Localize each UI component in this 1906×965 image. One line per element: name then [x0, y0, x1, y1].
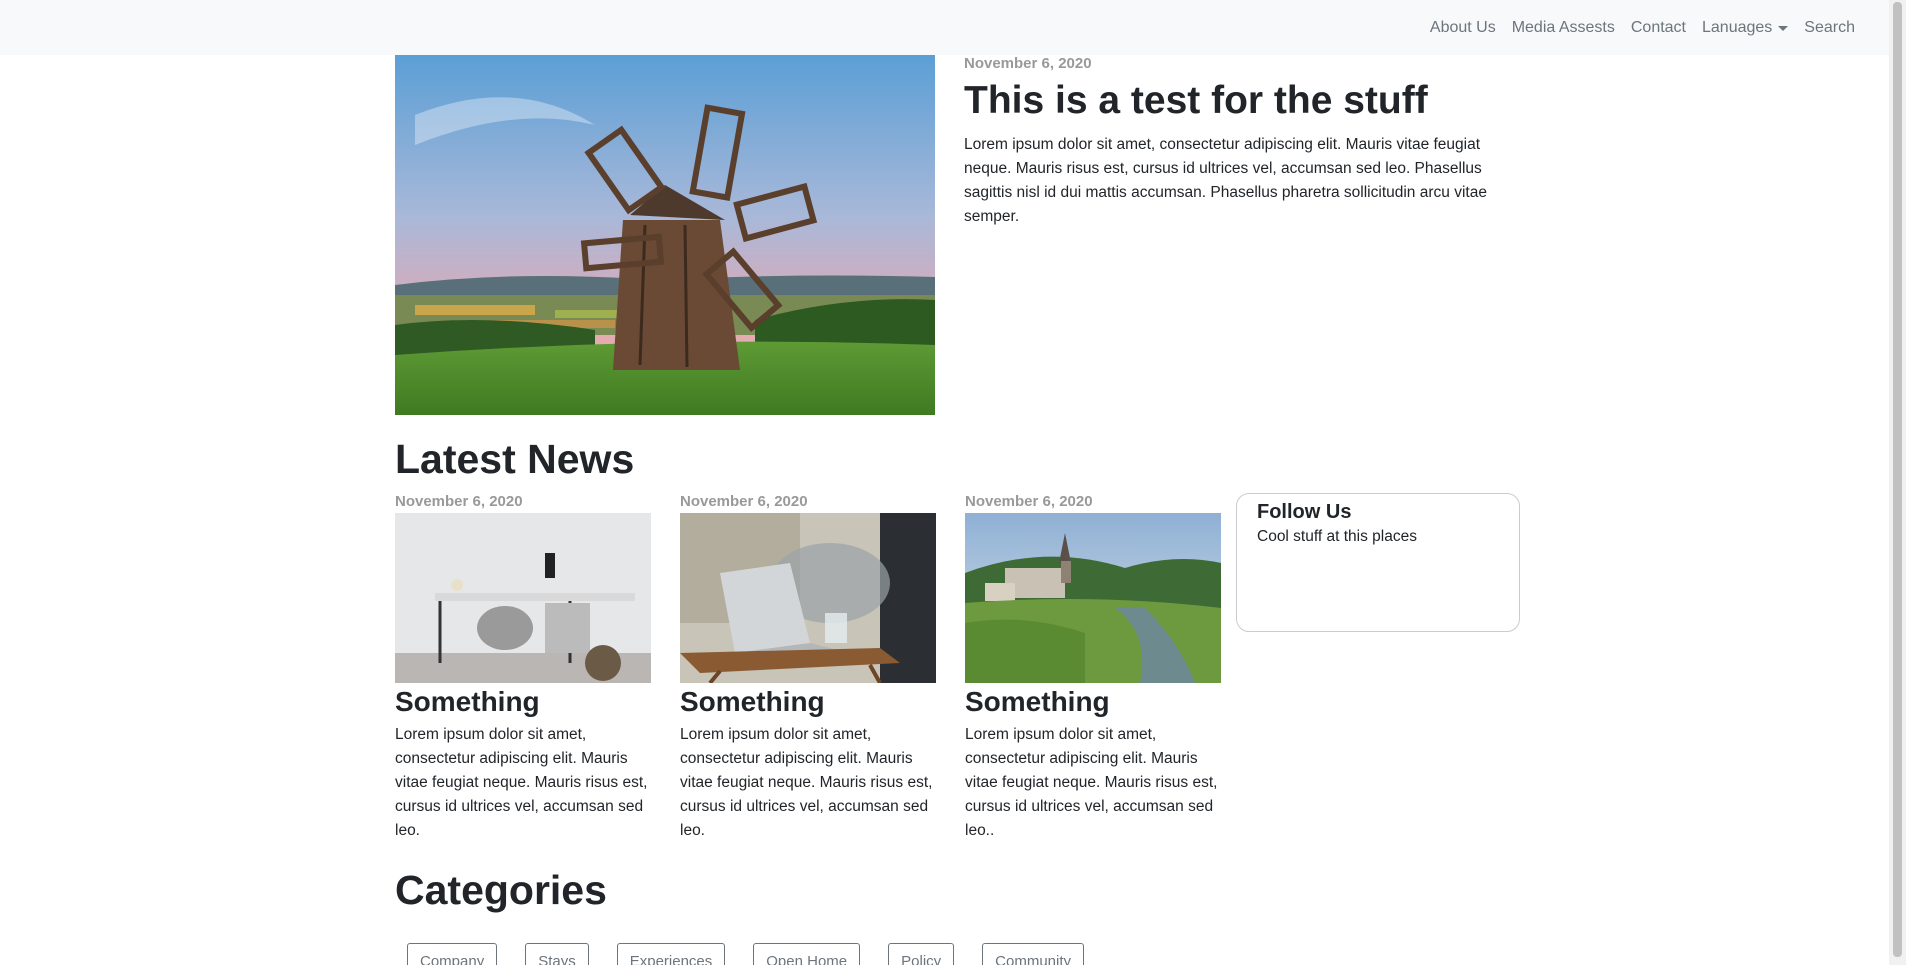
- hero-date: November 6, 2020: [964, 55, 1092, 72]
- nav-media-assets[interactable]: Media Assests: [1504, 19, 1623, 37]
- nav-languages-label: Lanuages: [1702, 18, 1773, 36]
- news-image-laptop[interactable]: [680, 513, 936, 683]
- hero-body: Lorem ipsum dolor sit amet, consectetur …: [964, 135, 1487, 225]
- scrollbar-thumb[interactable]: [1893, 2, 1902, 957]
- news-date: November 6, 2020: [680, 493, 808, 510]
- follow-us-card: Follow Us Cool stuff at this places: [1236, 493, 1520, 632]
- category-button-community[interactable]: Community: [982, 943, 1085, 965]
- news-title[interactable]: Something: [965, 685, 1221, 719]
- vertical-scrollbar[interactable]: [1889, 0, 1906, 965]
- nav-contact[interactable]: Contact: [1623, 19, 1694, 37]
- nav-about-us[interactable]: About Us: [1422, 19, 1504, 37]
- follow-us-text: Cool stuff at this places: [1257, 528, 1417, 545]
- categories-heading: Categories: [395, 867, 607, 913]
- news-title[interactable]: Something: [680, 685, 936, 719]
- hero-image-windmill: [395, 55, 935, 415]
- news-date: November 6, 2020: [395, 493, 523, 510]
- category-button-policy[interactable]: Policy: [888, 943, 955, 965]
- news-title[interactable]: Something: [395, 685, 651, 719]
- category-button-stays[interactable]: Stays: [525, 943, 589, 965]
- navbar: About Us Media Assests Contact Lanuages …: [0, 0, 1906, 55]
- category-button-company[interactable]: Company: [407, 943, 498, 965]
- caret-down-icon: [1778, 26, 1789, 31]
- follow-us-title: Follow Us: [1257, 501, 1352, 523]
- nav-links: About Us Media Assests Contact Lanuages …: [1422, 0, 1863, 55]
- nav-search[interactable]: Search: [1796, 19, 1863, 37]
- category-button-experiences[interactable]: Experiences: [616, 943, 726, 965]
- news-card[interactable]: November 6, 2020 Something Lorem ipsum d…: [680, 493, 936, 843]
- latest-news-heading: Latest News: [395, 436, 635, 482]
- news-body: Lorem ipsum dolor sit amet, consectetur …: [680, 725, 933, 839]
- news-body: Lorem ipsum dolor sit amet, consectetur …: [395, 725, 648, 839]
- category-button-open-home[interactable]: Open Home: [753, 943, 861, 965]
- news-image-village-river[interactable]: [965, 513, 1221, 683]
- news-date: November 6, 2020: [965, 493, 1093, 510]
- hero-article: November 6, 2020 This is a test for the …: [964, 55, 1504, 229]
- news-card[interactable]: November 6, 2020 Something Lorem ipsum d…: [965, 493, 1221, 843]
- category-list: Company Stays Experiences Open Home Poli…: [407, 943, 1112, 965]
- hero-title[interactable]: This is a test for the stuff: [964, 78, 1504, 125]
- news-body: Lorem ipsum dolor sit amet, consectetur …: [965, 725, 1218, 839]
- news-card[interactable]: November 6, 2020 Something Lorem ipsum d…: [395, 493, 651, 843]
- nav-languages-dropdown[interactable]: Lanuages: [1694, 19, 1796, 37]
- news-image-office-desk[interactable]: [395, 513, 651, 683]
